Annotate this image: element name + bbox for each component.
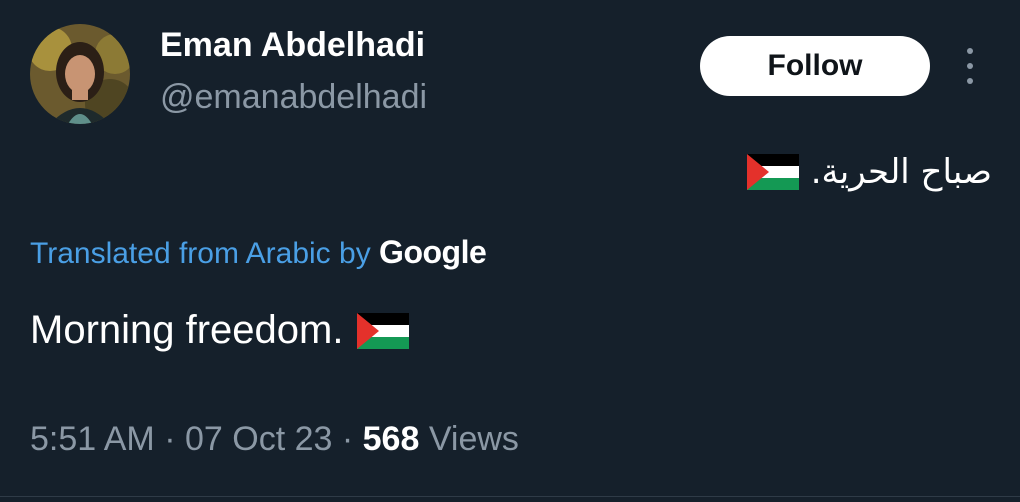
google-logo: Google — [379, 234, 487, 270]
palestine-flag-icon — [357, 312, 410, 349]
display-name[interactable]: Eman Abdelhadi — [160, 26, 425, 65]
translated-text: Morning freedom. — [30, 308, 344, 352]
tweet-date[interactable]: 07 Oct 23 — [185, 420, 332, 458]
views-count: 568 — [362, 420, 420, 458]
translation-attribution[interactable]: Translated from Arabic by Google — [30, 234, 487, 271]
meta-separator: · — [164, 420, 176, 458]
palestine-flag-icon — [746, 154, 799, 190]
follow-button[interactable]: Follow — [700, 36, 930, 96]
more-dot — [967, 48, 973, 54]
divider — [0, 496, 1020, 497]
more-dot — [967, 63, 973, 69]
tweet-time[interactable]: 5:51 AM — [30, 420, 155, 458]
translation-label[interactable]: Translated from Arabic by — [30, 237, 371, 270]
avatar[interactable] — [30, 24, 130, 124]
tweet-meta: 5:51 AM · 07 Oct 23 · 568 Views — [30, 420, 519, 459]
more-options-icon[interactable] — [958, 48, 982, 84]
original-text: صباح الحرية. — [810, 152, 992, 192]
meta-separator: · — [341, 420, 354, 458]
views-label: Views — [428, 420, 519, 458]
original-tweet-text: صباح الحرية. — [746, 152, 992, 192]
user-handle[interactable]: @emanabdelhadi — [160, 78, 427, 117]
translated-tweet-text: Morning freedom. — [30, 308, 410, 353]
more-dot — [967, 78, 973, 84]
